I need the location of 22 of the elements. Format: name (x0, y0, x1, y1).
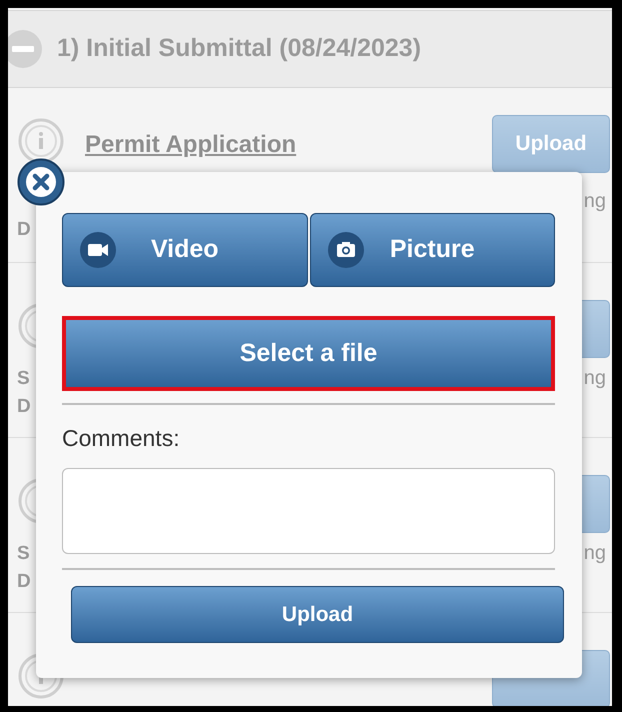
video-button[interactable]: Video (62, 213, 308, 287)
collapse-icon[interactable] (8, 30, 42, 68)
upload-button[interactable]: Upload (71, 586, 564, 643)
row-text: D (17, 218, 31, 242)
section-header[interactable]: 1) Initial Submittal (08/24/2023) (8, 10, 612, 88)
comments-field[interactable] (62, 468, 555, 554)
document-link[interactable]: Permit Application (85, 127, 296, 163)
camera-icon (328, 232, 364, 268)
select-file-button[interactable]: Select a file (62, 316, 555, 391)
video-camera-icon (80, 232, 116, 268)
info-icon[interactable] (18, 118, 64, 164)
row-status: ng (584, 541, 606, 566)
comments-label: Comments: (62, 424, 181, 452)
picture-button[interactable]: Picture (310, 213, 555, 287)
row-status: ng (584, 366, 606, 391)
row-text: D (17, 395, 31, 419)
section-title: 1) Initial Submittal (08/24/2023) (57, 33, 422, 64)
row-status: ng (584, 189, 606, 214)
row-text: S (17, 542, 30, 566)
row-text: S (17, 367, 30, 391)
close-icon[interactable] (17, 158, 65, 206)
row-text: D (17, 570, 31, 594)
